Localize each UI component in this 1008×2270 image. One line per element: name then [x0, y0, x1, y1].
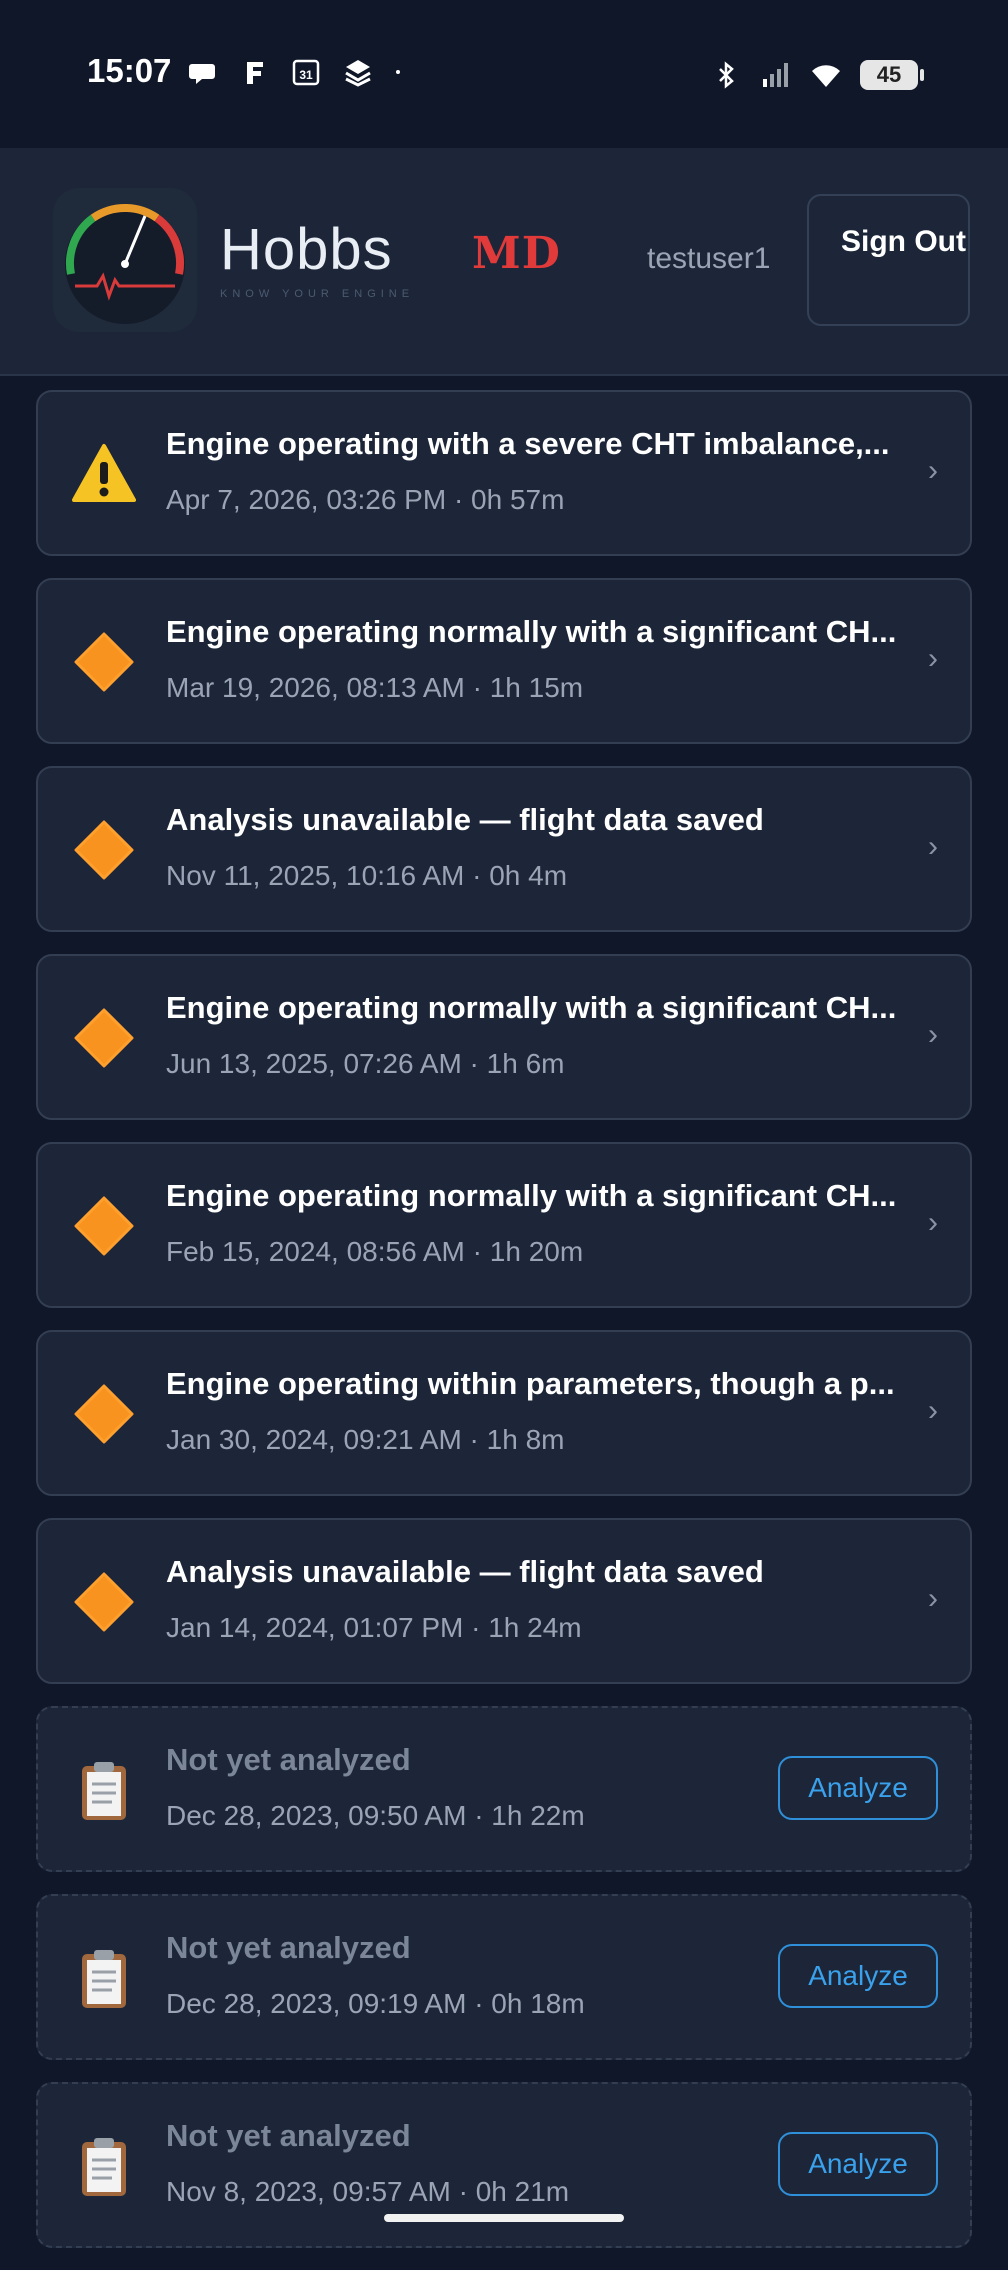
- orange-diamond-icon: [74, 1196, 134, 1256]
- chat-bubble-icon: [189, 64, 215, 84]
- clipboard-icon: [82, 1950, 126, 2008]
- flight-card[interactable]: Analysis unavailable — flight data saved…: [36, 766, 972, 932]
- flight-date-duration: Jan 30, 2024, 09:21 AM · 1h 8m: [166, 1424, 565, 1455]
- orange-diamond-icon: [74, 632, 134, 692]
- md-badge: MD: [472, 228, 561, 279]
- analyze-button[interactable]: Analyze: [778, 1756, 938, 1820]
- chevron-right-icon: ›: [928, 642, 938, 675]
- system-icons: 45: [710, 55, 924, 95]
- svg-text:31: 31: [299, 68, 313, 82]
- orange-diamond-icon: [74, 1384, 134, 1444]
- home-indicator[interactable]: [384, 2214, 624, 2222]
- chevron-right-icon: ›: [928, 454, 938, 487]
- chevron-right-icon: ›: [928, 830, 938, 863]
- flight-date-duration: Mar 19, 2026, 08:13 AM · 1h 15m: [166, 672, 584, 703]
- wifi-icon: [812, 65, 840, 87]
- analyze-button[interactable]: Analyze: [778, 1944, 938, 2008]
- calendar-31-icon: 31: [292, 59, 320, 86]
- dot-icon: [396, 70, 400, 74]
- notification-icons: 31: [186, 52, 410, 92]
- clipboard-icon: [82, 2138, 126, 2196]
- flight-card[interactable]: Engine operating normally with a signifi…: [36, 1142, 972, 1308]
- flight-title: Analysis unavailable — flight data saved: [166, 1554, 764, 1589]
- orange-diamond-icon: [74, 1572, 134, 1632]
- flight-card[interactable]: Engine operating normally with a signifi…: [36, 578, 972, 744]
- app-logo[interactable]: [53, 188, 197, 332]
- flight-date-duration: Jan 14, 2024, 01:07 PM · 1h 24m: [166, 1612, 582, 1643]
- flight-title: Engine operating within parameters, thou…: [166, 1366, 895, 1401]
- status-bar: 15:07 31 45: [0, 0, 1008, 148]
- flight-title: Engine operating normally with a signifi…: [166, 614, 897, 649]
- bluetooth-icon: [719, 61, 734, 89]
- flight-title: Engine operating normally with a signifi…: [166, 1178, 897, 1213]
- flight-card[interactable]: Engine operating within parameters, thou…: [36, 1330, 972, 1496]
- flight-date-duration: Jun 13, 2025, 07:26 AM · 1h 6m: [166, 1048, 565, 1079]
- signal-icon: [763, 63, 788, 87]
- chevron-right-icon: ›: [928, 1394, 938, 1427]
- status-time: 15:07: [87, 52, 172, 89]
- battery-indicator: 45: [860, 60, 924, 90]
- orange-diamond-icon: [74, 1008, 134, 1068]
- sign-out-button[interactable]: Sign Out: [807, 194, 970, 326]
- flight-date-duration: Nov 8, 2023, 09:57 AM · 0h 21m: [166, 2176, 570, 2207]
- brand-tagline: KNOW YOUR ENGINE: [220, 288, 415, 300]
- chevron-right-icon: ›: [928, 1018, 938, 1051]
- flight-title: Analysis unavailable — flight data saved: [166, 802, 764, 837]
- flight-title: Engine operating normally with a signifi…: [166, 990, 897, 1025]
- layers-app-icon: [345, 60, 371, 87]
- gauge-logo-icon: [65, 204, 185, 324]
- pending-flight-card: Not yet analyzed Dec 28, 2023, 09:50 AM …: [36, 1706, 972, 1872]
- orange-diamond-icon: [74, 820, 134, 880]
- flight-date-duration: Feb 15, 2024, 08:56 AM · 1h 20m: [166, 1236, 584, 1267]
- chevron-right-icon: ›: [928, 1206, 938, 1239]
- clipboard-icon: [82, 1762, 126, 1820]
- flight-card[interactable]: Analysis unavailable — flight data saved…: [36, 1518, 972, 1684]
- username-label: testuser1: [647, 242, 771, 275]
- flight-date-duration: Dec 28, 2023, 09:19 AM · 0h 18m: [166, 1988, 585, 2019]
- analyze-button[interactable]: Analyze: [778, 2132, 938, 2196]
- app-header: Hobbs KNOW YOUR ENGINE MD testuser1 Sign…: [0, 148, 1008, 376]
- pending-flight-card: Not yet analyzed Nov 8, 2023, 09:57 AM ·…: [36, 2082, 972, 2248]
- brand-name: Hobbs: [220, 217, 393, 282]
- pending-flight-card: Not yet analyzed Dec 28, 2023, 09:19 AM …: [36, 1894, 972, 2060]
- flight-list: Engine operating with a severe CHT imbal…: [36, 390, 972, 2270]
- flight-date-duration: Apr 7, 2026, 03:26 PM · 0h 57m: [166, 484, 565, 515]
- warning-icon: [72, 444, 136, 502]
- flight-card[interactable]: Engine operating normally with a signifi…: [36, 954, 972, 1120]
- f-app-icon: [247, 62, 263, 84]
- flight-date-duration: Nov 11, 2025, 10:16 AM · 0h 4m: [166, 860, 568, 891]
- chevron-right-icon: ›: [928, 1582, 938, 1615]
- flight-card[interactable]: Engine operating with a severe CHT imbal…: [36, 390, 972, 556]
- flight-title: Engine operating with a severe CHT imbal…: [166, 426, 890, 461]
- flight-date-duration: Dec 28, 2023, 09:50 AM · 1h 22m: [166, 1800, 585, 1831]
